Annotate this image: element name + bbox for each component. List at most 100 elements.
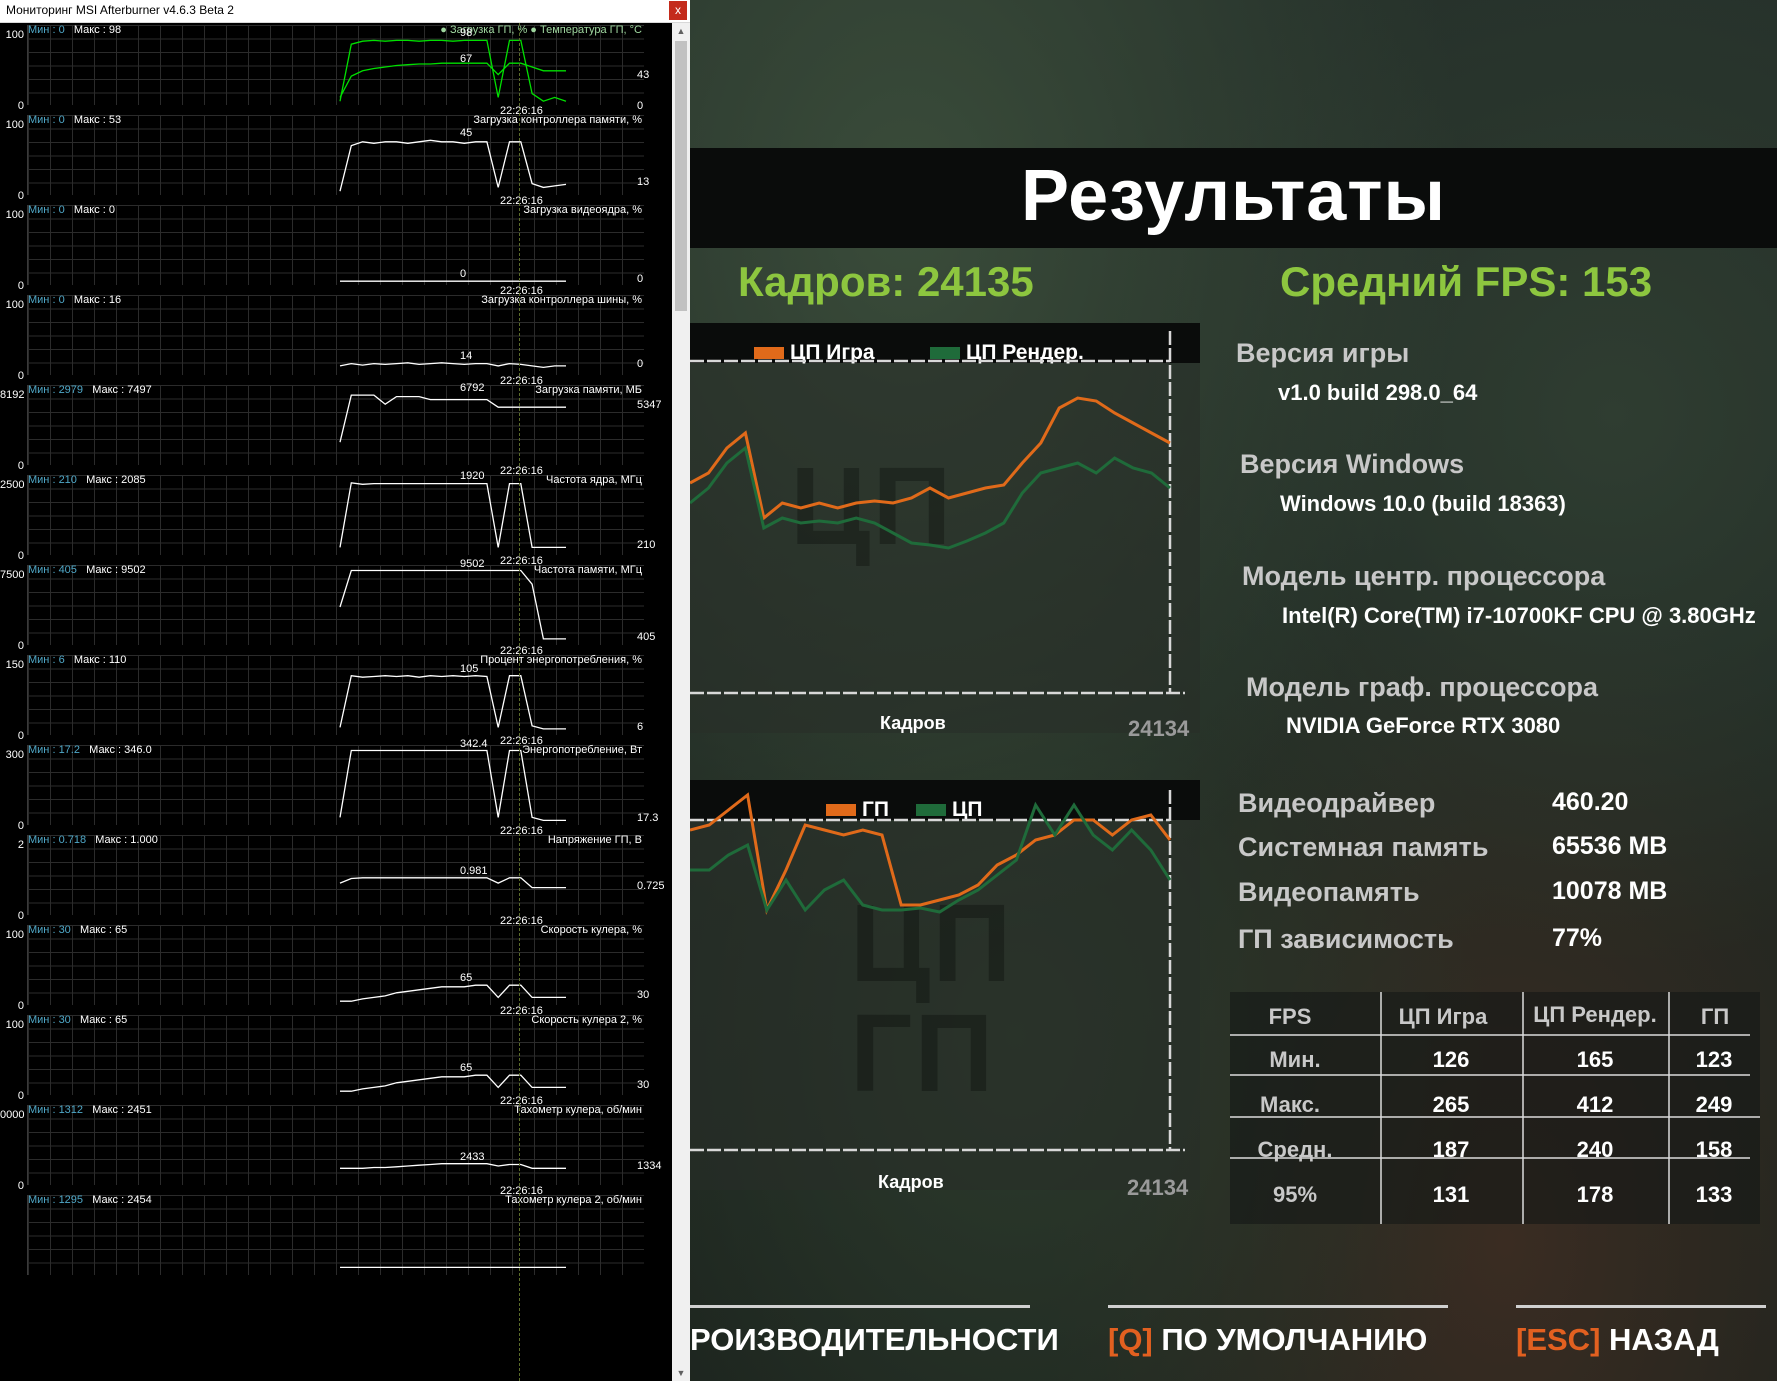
scroll-down-arrow-icon[interactable]: ▼ [672, 1365, 690, 1381]
table-cell: 249 [1695, 1092, 1733, 1117]
x-axis-max: 24134 [1127, 1175, 1189, 1200]
series-line [690, 445, 1171, 550]
cursor-value: 98 [460, 27, 473, 40]
trace-line [339, 362, 566, 369]
panel-trace [339, 482, 566, 549]
trace-line [339, 569, 566, 640]
current-value: 6 [637, 720, 644, 733]
monitoring-panel: 2500 0 Мин : 210 Макс : 2085 Частота ядра, … [0, 470, 672, 575]
back-button-label: НАЗАД [1600, 1322, 1719, 1357]
trace-line [339, 674, 566, 730]
trace-line [339, 39, 567, 102]
monitoring-panel: 100 0 Мин : 0 Макс : 98 ● Загрузка ГП, % ● … [0, 23, 672, 125]
gpu-frametime-chart: ГП ЦП ЦП ГП Кадров 24134 [690, 780, 1200, 1200]
system-memory-value: 65536 MB [1552, 832, 1668, 860]
gpu-model-label: Модель граф. процессора [1246, 672, 1599, 702]
cursor-value: 0.981 [460, 864, 488, 877]
performance-button[interactable]: РОИЗВОДИТЕЛЬНОСТИ [690, 1305, 1059, 1378]
default-button[interactable]: [Q] ПО УМОЛЧАНИЮ [1108, 1305, 1448, 1378]
monitoring-panel: 2 0 Мин : 0.718 Макс : 1.000 Напряжение ГП,… [0, 833, 672, 935]
current-value: 0 [637, 357, 644, 370]
panel-trace [339, 569, 566, 640]
driver-value: 460.20 [1552, 788, 1629, 816]
panel-trace [339, 39, 567, 102]
video-memory-label: Видеопамять [1238, 877, 1420, 907]
monitoring-panel: 100 0 Мин : 0 Макс : 53 Загрузка контроллер… [0, 113, 672, 215]
cpu-chart-plot [690, 331, 1185, 695]
table-cell: 265 [1432, 1092, 1470, 1117]
panel-trace [339, 749, 566, 822]
cpu-model-value: Intel(R) Core(TM) i7-10700KF CPU @ 3.80G… [1282, 603, 1756, 628]
back-button[interactable]: [ESC] НАЗАД [1516, 1305, 1766, 1378]
afterburner-titlebar[interactable]: Мониторинг MSI Afterburner v4.6.3 Beta 2… [0, 0, 690, 23]
esc-key-hint: [ESC] [1516, 1322, 1601, 1357]
table-divider [1230, 1034, 1750, 1036]
afterburner-window: Мониторинг MSI Afterburner v4.6.3 Beta 2… [0, 0, 690, 1381]
q-key-hint: [Q] [1108, 1322, 1153, 1357]
monitoring-panel: 100 0 Мин : 0 Макс : 16 Загрузка контроллер… [0, 293, 672, 395]
table-header: ЦП Рендер. [1533, 1002, 1657, 1027]
average-fps: Средний FPS: 153 [1280, 258, 1653, 305]
x-axis-label: Кадров [878, 1172, 944, 1192]
cursor-value: 65 [460, 1062, 473, 1075]
current-value: 30 [637, 1079, 650, 1092]
monitoring-panel: 100 0 Мин : 30 Макс : 65 Скорость кулера, %… [0, 923, 672, 1025]
close-button[interactable]: x [669, 1, 687, 20]
trace-line [339, 877, 566, 889]
table-header: ЦП Игра [1398, 1004, 1488, 1029]
current-value: 17.3 [637, 812, 659, 825]
monitoring-panel: 100 0 Мин : 0 Макс : 0 Загрузка видеоядра, … [0, 203, 672, 305]
page-title: Результаты [1020, 156, 1447, 236]
panel-trace [340, 1266, 566, 1269]
current-value: 405 [637, 630, 656, 643]
current-value-2: 0 [637, 100, 644, 112]
system-memory-label: Системная память [1238, 832, 1489, 862]
cursor-value: 45 [460, 127, 473, 140]
current-value: 13 [637, 176, 650, 189]
panel-trace [340, 1074, 566, 1092]
row-label: Мин. [1269, 1047, 1321, 1072]
scrollbar-thumb[interactable] [675, 41, 687, 311]
trace-line [339, 394, 566, 443]
table-cell: 123 [1695, 1047, 1733, 1072]
monitoring-panel: 100 0 Мин : 30 Макс : 65 Скорость кулера 2,… [0, 1013, 672, 1115]
video-memory-value: 10078 MB [1552, 877, 1668, 905]
cursor-value: 342.4 [460, 737, 488, 750]
gpu-chart-plot [690, 790, 1185, 1152]
current-value: 5347 [637, 399, 662, 412]
monitoring-panel: 300 0 Мин : 17.2 Макс : 346.0 Энергопотребл… [0, 738, 672, 845]
vertical-scrollbar[interactable]: ▲ ▼ [672, 23, 690, 1381]
series-line [690, 396, 1171, 521]
cursor-value: 2433 [460, 1150, 485, 1163]
current-value: 1334 [637, 1160, 662, 1173]
table-cell: 126 [1432, 1047, 1470, 1072]
monitoring-panel: 7500 0 Мин : 405 Макс : 9502 Частота памяти… [0, 558, 672, 665]
cursor-value: 6792 [460, 382, 485, 395]
panel-trace [339, 139, 567, 192]
table-cell: 165 [1576, 1047, 1614, 1072]
row-label: Средн. [1257, 1137, 1333, 1162]
driver-label: Видеодрайвер [1238, 788, 1436, 818]
panel-trace [340, 280, 566, 282]
monitoring-panel: 8192 0 Мин : 2979 Макс : 7497 Загрузка памя… [0, 382, 672, 485]
cursor-value: 65 [460, 972, 473, 985]
monitoring-graph-area: 100 0 Мин : 0 Макс : 98 ● Загрузка ГП, % ● … [0, 23, 672, 1381]
table-cell: 187 [1432, 1137, 1470, 1162]
cursor-value: 105 [460, 662, 479, 675]
windows-version-label: Версия Windows [1240, 449, 1465, 479]
monitoring-panel: 150 0 Мин : 6 Макс : 110 Процент энергопотр… [0, 653, 672, 755]
cpu-model-label: Модель центр. процессора [1242, 561, 1606, 591]
benchmark-results-screen: Результаты Кадров: 24135 Средний FPS: 15… [690, 0, 1777, 1381]
scroll-up-arrow-icon[interactable]: ▲ [672, 23, 690, 39]
x-axis-label: Кадров [880, 713, 946, 733]
row-label: 95% [1272, 1182, 1318, 1207]
table-header: FPS [1268, 1004, 1312, 1029]
table-cell: 133 [1695, 1182, 1733, 1207]
current-value: 43 [637, 69, 650, 81]
gpu-bound-value: 77% [1552, 924, 1603, 952]
time-cursor-line[interactable] [519, 23, 521, 1381]
cursor-value: 0 [460, 268, 467, 281]
cursor-value: 14 [460, 349, 473, 362]
panel-trace [340, 984, 566, 1002]
panel-trace [339, 362, 566, 369]
